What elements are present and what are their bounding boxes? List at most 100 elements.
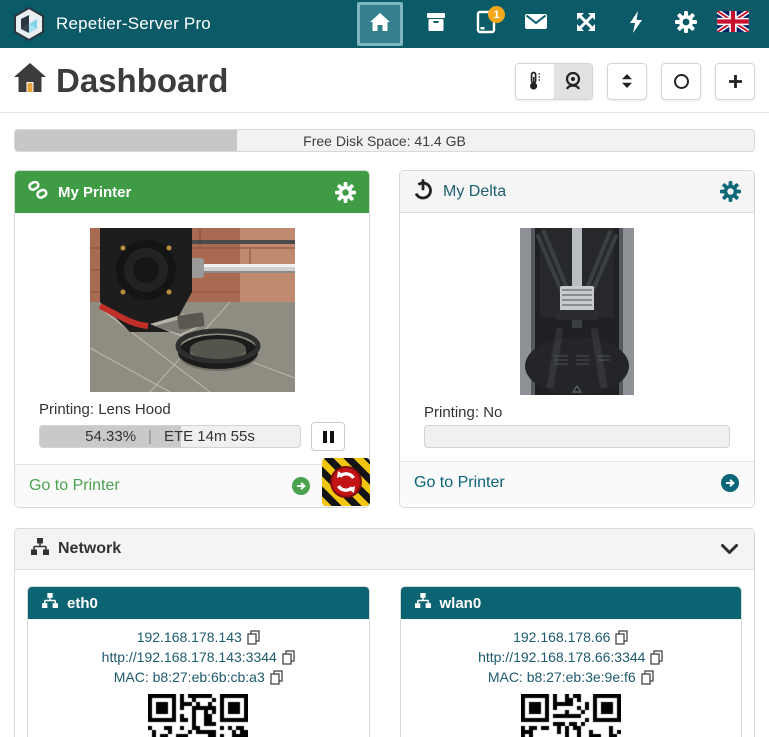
copy-icon[interactable]	[270, 670, 283, 685]
printer-status-label: Printing: No	[424, 404, 730, 421]
top-navbar: Repetier-Server Pro	[0, 0, 769, 48]
go-to-printer-link[interactable]: Go to Printer	[29, 477, 120, 495]
interface-ip-line: 192.168.178.143	[34, 627, 363, 647]
progress-ete-text: ETE 14m 55s	[164, 428, 255, 445]
nav-move-button[interactable]	[561, 0, 611, 48]
network-icon	[31, 538, 49, 560]
go-to-printer-arrow-icon[interactable]	[291, 476, 311, 496]
interface-mac: MAC: b8:27:eb:6b:cb:a3	[114, 667, 265, 687]
copy-icon[interactable]	[247, 630, 260, 645]
nav-settings-button[interactable]	[661, 0, 711, 48]
add-printer-button[interactable]	[715, 63, 755, 100]
printer-card-header: My Delta	[400, 171, 754, 213]
copy-icon[interactable]	[282, 650, 295, 665]
notification-badge: 1	[488, 6, 505, 23]
print-progress-bar	[424, 425, 730, 448]
printer-card-footer: Go to Printer	[400, 461, 754, 504]
emergency-stop-button[interactable]	[322, 458, 370, 506]
printer-card-my-printer: My Printer	[14, 170, 370, 508]
interface-name: eth0	[67, 595, 98, 612]
print-progress-row	[424, 425, 730, 448]
copy-icon[interactable]	[641, 670, 654, 685]
link-icon	[28, 181, 48, 204]
qr-code-eth0	[148, 694, 248, 737]
print-progress-bar: 54.33% | ETE 14m 55s	[39, 425, 301, 448]
qr-code-wlan0	[521, 694, 621, 737]
printer-name: My Delta	[443, 183, 506, 201]
app-title: Repetier-Server Pro	[56, 14, 211, 34]
envelope-icon	[524, 13, 548, 35]
network-icon	[42, 593, 58, 613]
webcam-view-button[interactable]	[554, 64, 592, 99]
header-buttons	[515, 63, 755, 100]
printer-card-my-delta: My Delta	[399, 170, 755, 508]
view-toggle-group	[515, 63, 593, 100]
power-icon	[413, 179, 433, 205]
copy-icon[interactable]	[615, 630, 628, 645]
interface-name: wlan0	[440, 595, 482, 612]
chevron-down-icon[interactable]	[721, 544, 738, 555]
reorder-button[interactable]	[607, 63, 647, 100]
printer-cards-row: My Printer	[0, 170, 769, 508]
lightning-icon	[629, 11, 643, 38]
nav-language-button[interactable]	[711, 0, 755, 48]
interface-url[interactable]: http://192.168.178.143:3344	[102, 647, 277, 667]
nav-notifications-button[interactable]: 1	[461, 0, 511, 48]
interface-mac-line: MAC: b8:27:eb:3e:9e:f6	[407, 667, 736, 687]
network-card-wlan0: wlan0 192.168.178.66 http://192.168.178.…	[400, 586, 743, 737]
navbar-icons: 1	[357, 0, 755, 48]
pause-button[interactable]	[311, 422, 345, 451]
printer-settings-gear[interactable]	[335, 182, 356, 203]
network-card-header: eth0	[28, 587, 369, 619]
copy-icon[interactable]	[650, 650, 663, 665]
webcam-image-my-delta	[520, 228, 634, 395]
free-disk-space-bar: Free Disk Space: 41.4 GB	[14, 129, 755, 152]
interface-ip: 192.168.178.143	[137, 627, 242, 647]
progress-separator: |	[148, 428, 152, 445]
webcam-image-my-printer	[90, 228, 295, 392]
nav-printers-button[interactable]	[411, 0, 461, 48]
interface-mac: MAC: b8:27:eb:3e:9e:f6	[488, 667, 636, 687]
print-progress-label: 54.33% | ETE 14m 55s	[40, 426, 300, 447]
printer-name: My Printer	[58, 184, 131, 201]
interface-mac-line: MAC: b8:27:eb:6b:cb:a3	[34, 667, 363, 687]
home-icon	[369, 12, 391, 37]
printer-card-body: Printing: No	[400, 213, 754, 461]
network-card-eth0: eth0 192.168.178.143 http://192.168.178.…	[27, 586, 370, 737]
nav-home-button[interactable]	[357, 2, 403, 46]
page-title-text: Dashboard	[56, 62, 228, 100]
network-panel-body: eth0 192.168.178.143 http://192.168.178.…	[15, 569, 754, 737]
page-title: Dashboard	[14, 62, 228, 100]
network-panel-header[interactable]: Network	[15, 529, 754, 569]
network-card-header: wlan0	[401, 587, 742, 619]
printer-card-footer: Go to Printer	[15, 464, 369, 507]
printer-box-icon	[425, 12, 447, 37]
repetier-logo	[12, 7, 46, 41]
circle-filter-button[interactable]	[661, 63, 701, 100]
go-to-printer-arrow-icon[interactable]	[720, 473, 740, 493]
interface-ip: 192.168.178.66	[513, 627, 610, 647]
printer-card-header: My Printer	[15, 171, 369, 213]
network-icon	[415, 593, 431, 613]
page-header: Dashboard	[0, 48, 769, 113]
uk-flag-icon	[717, 11, 749, 37]
network-card-body: 192.168.178.143 http://192.168.178.143:3…	[28, 619, 369, 737]
network-card-body: 192.168.178.66 http://192.168.178.66:334…	[401, 619, 742, 737]
nav-power-button[interactable]	[611, 0, 661, 48]
progress-percent-text: 54.33%	[85, 428, 136, 445]
network-panel-title: Network	[58, 540, 121, 558]
interface-url[interactable]: http://192.168.178.66:3344	[478, 647, 645, 667]
dashboard-home-icon	[14, 62, 46, 100]
interface-ip-line: 192.168.178.66	[407, 627, 736, 647]
printer-status-label: Printing: Lens Hood	[39, 401, 345, 418]
network-panel: Network eth0 1	[14, 528, 755, 737]
printer-card-body: Printing: Lens Hood 54.33% | ETE 14m 55s	[15, 213, 369, 464]
go-to-printer-link[interactable]: Go to Printer	[414, 474, 505, 492]
expand-arrows-icon	[575, 11, 597, 38]
print-progress-row: 54.33% | ETE 14m 55s	[39, 422, 345, 451]
temperature-view-button[interactable]	[516, 64, 554, 99]
printer-settings-gear[interactable]	[720, 181, 741, 202]
interface-url-line: http://192.168.178.66:3344	[407, 647, 736, 667]
gear-icon	[675, 11, 697, 38]
nav-messages-button[interactable]	[511, 0, 561, 48]
